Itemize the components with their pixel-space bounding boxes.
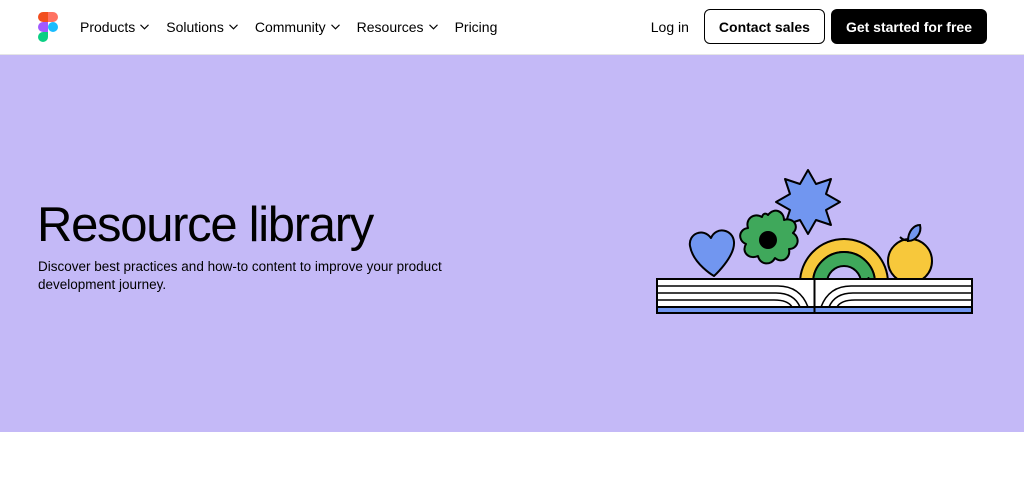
page-title: Resource library bbox=[37, 198, 374, 252]
nav-community-label: Community bbox=[254, 18, 326, 35]
contact-sales-button[interactable]: Contact sales bbox=[703, 9, 825, 44]
main-nav: Products Solutions Community Resources P… bbox=[80, 0, 514, 53]
nav-products[interactable]: Products bbox=[80, 18, 150, 35]
nav-actions: Log in Contact sales Get started for fre… bbox=[651, 9, 987, 44]
chevron-down-icon bbox=[228, 23, 238, 30]
hero-banner: Resource library Discover best practices… bbox=[0, 55, 1024, 432]
nav-solutions[interactable]: Solutions bbox=[166, 19, 238, 35]
nav-pricing-label: Pricing bbox=[454, 18, 498, 35]
login-link[interactable]: Log in bbox=[651, 19, 689, 35]
nav-pricing[interactable]: Pricing bbox=[455, 19, 498, 35]
nav-solutions-label: Solutions bbox=[166, 18, 224, 35]
page-subtitle: Discover best practices and how-to conte… bbox=[38, 259, 442, 292]
flower-center bbox=[759, 231, 777, 249]
top-navigation: Products Solutions Community Resources P… bbox=[0, 0, 1024, 55]
nav-community[interactable]: Community bbox=[255, 19, 340, 35]
get-started-button[interactable]: Get started for free bbox=[830, 9, 987, 44]
figma-logo-icon[interactable] bbox=[38, 12, 58, 42]
chevron-down-icon bbox=[330, 23, 340, 30]
chevron-down-icon bbox=[140, 23, 150, 30]
open-book-illustration bbox=[656, 169, 973, 314]
chevron-down-icon bbox=[428, 23, 438, 30]
nav-resources[interactable]: Resources bbox=[357, 19, 438, 35]
nav-resources-label: Resources bbox=[356, 18, 424, 35]
nav-products-label: Products bbox=[80, 18, 136, 35]
apple-shape bbox=[887, 238, 933, 284]
apple-leaf bbox=[906, 223, 922, 243]
heart-shape bbox=[688, 229, 736, 277]
